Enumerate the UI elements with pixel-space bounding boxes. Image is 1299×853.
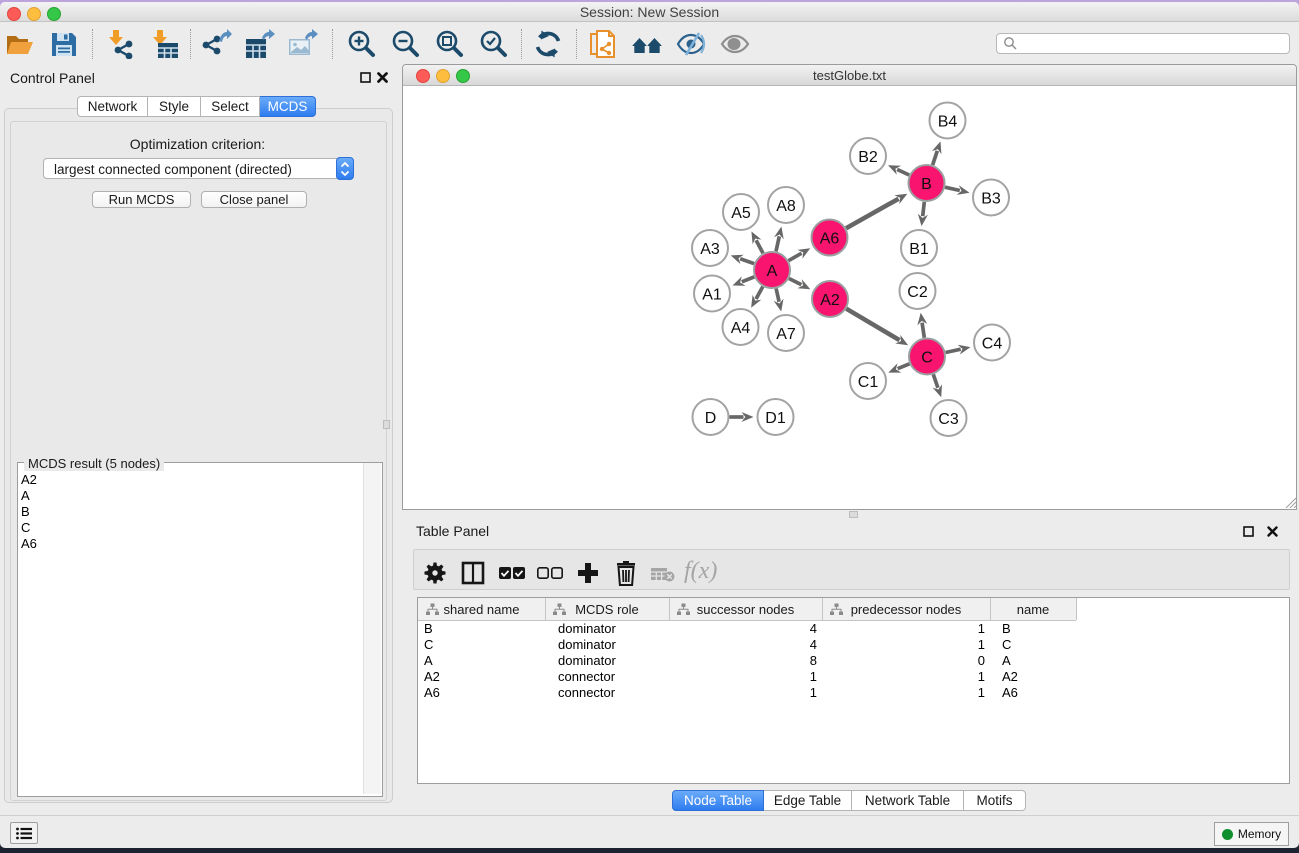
svg-text:B2: B2 xyxy=(858,149,878,166)
svg-text:D1: D1 xyxy=(765,410,786,427)
svg-text:A5: A5 xyxy=(731,205,751,222)
svg-text:B3: B3 xyxy=(981,191,1001,208)
svg-text:C: C xyxy=(921,350,933,367)
svg-text:A7: A7 xyxy=(776,326,796,343)
svg-text:D: D xyxy=(705,410,717,427)
svg-text:C3: C3 xyxy=(938,411,959,428)
svg-text:A6: A6 xyxy=(820,231,840,248)
svg-text:A8: A8 xyxy=(776,198,796,215)
svg-text:A1: A1 xyxy=(702,287,722,304)
svg-text:A: A xyxy=(767,263,778,280)
svg-text:C1: C1 xyxy=(858,374,879,391)
svg-text:B1: B1 xyxy=(909,241,929,258)
svg-text:C2: C2 xyxy=(907,284,928,301)
svg-text:C4: C4 xyxy=(982,336,1003,353)
svg-text:B4: B4 xyxy=(938,114,958,131)
svg-text:A2: A2 xyxy=(820,292,840,309)
svg-text:A4: A4 xyxy=(731,320,751,337)
svg-text:B: B xyxy=(921,176,932,193)
svg-text:A3: A3 xyxy=(700,241,720,258)
